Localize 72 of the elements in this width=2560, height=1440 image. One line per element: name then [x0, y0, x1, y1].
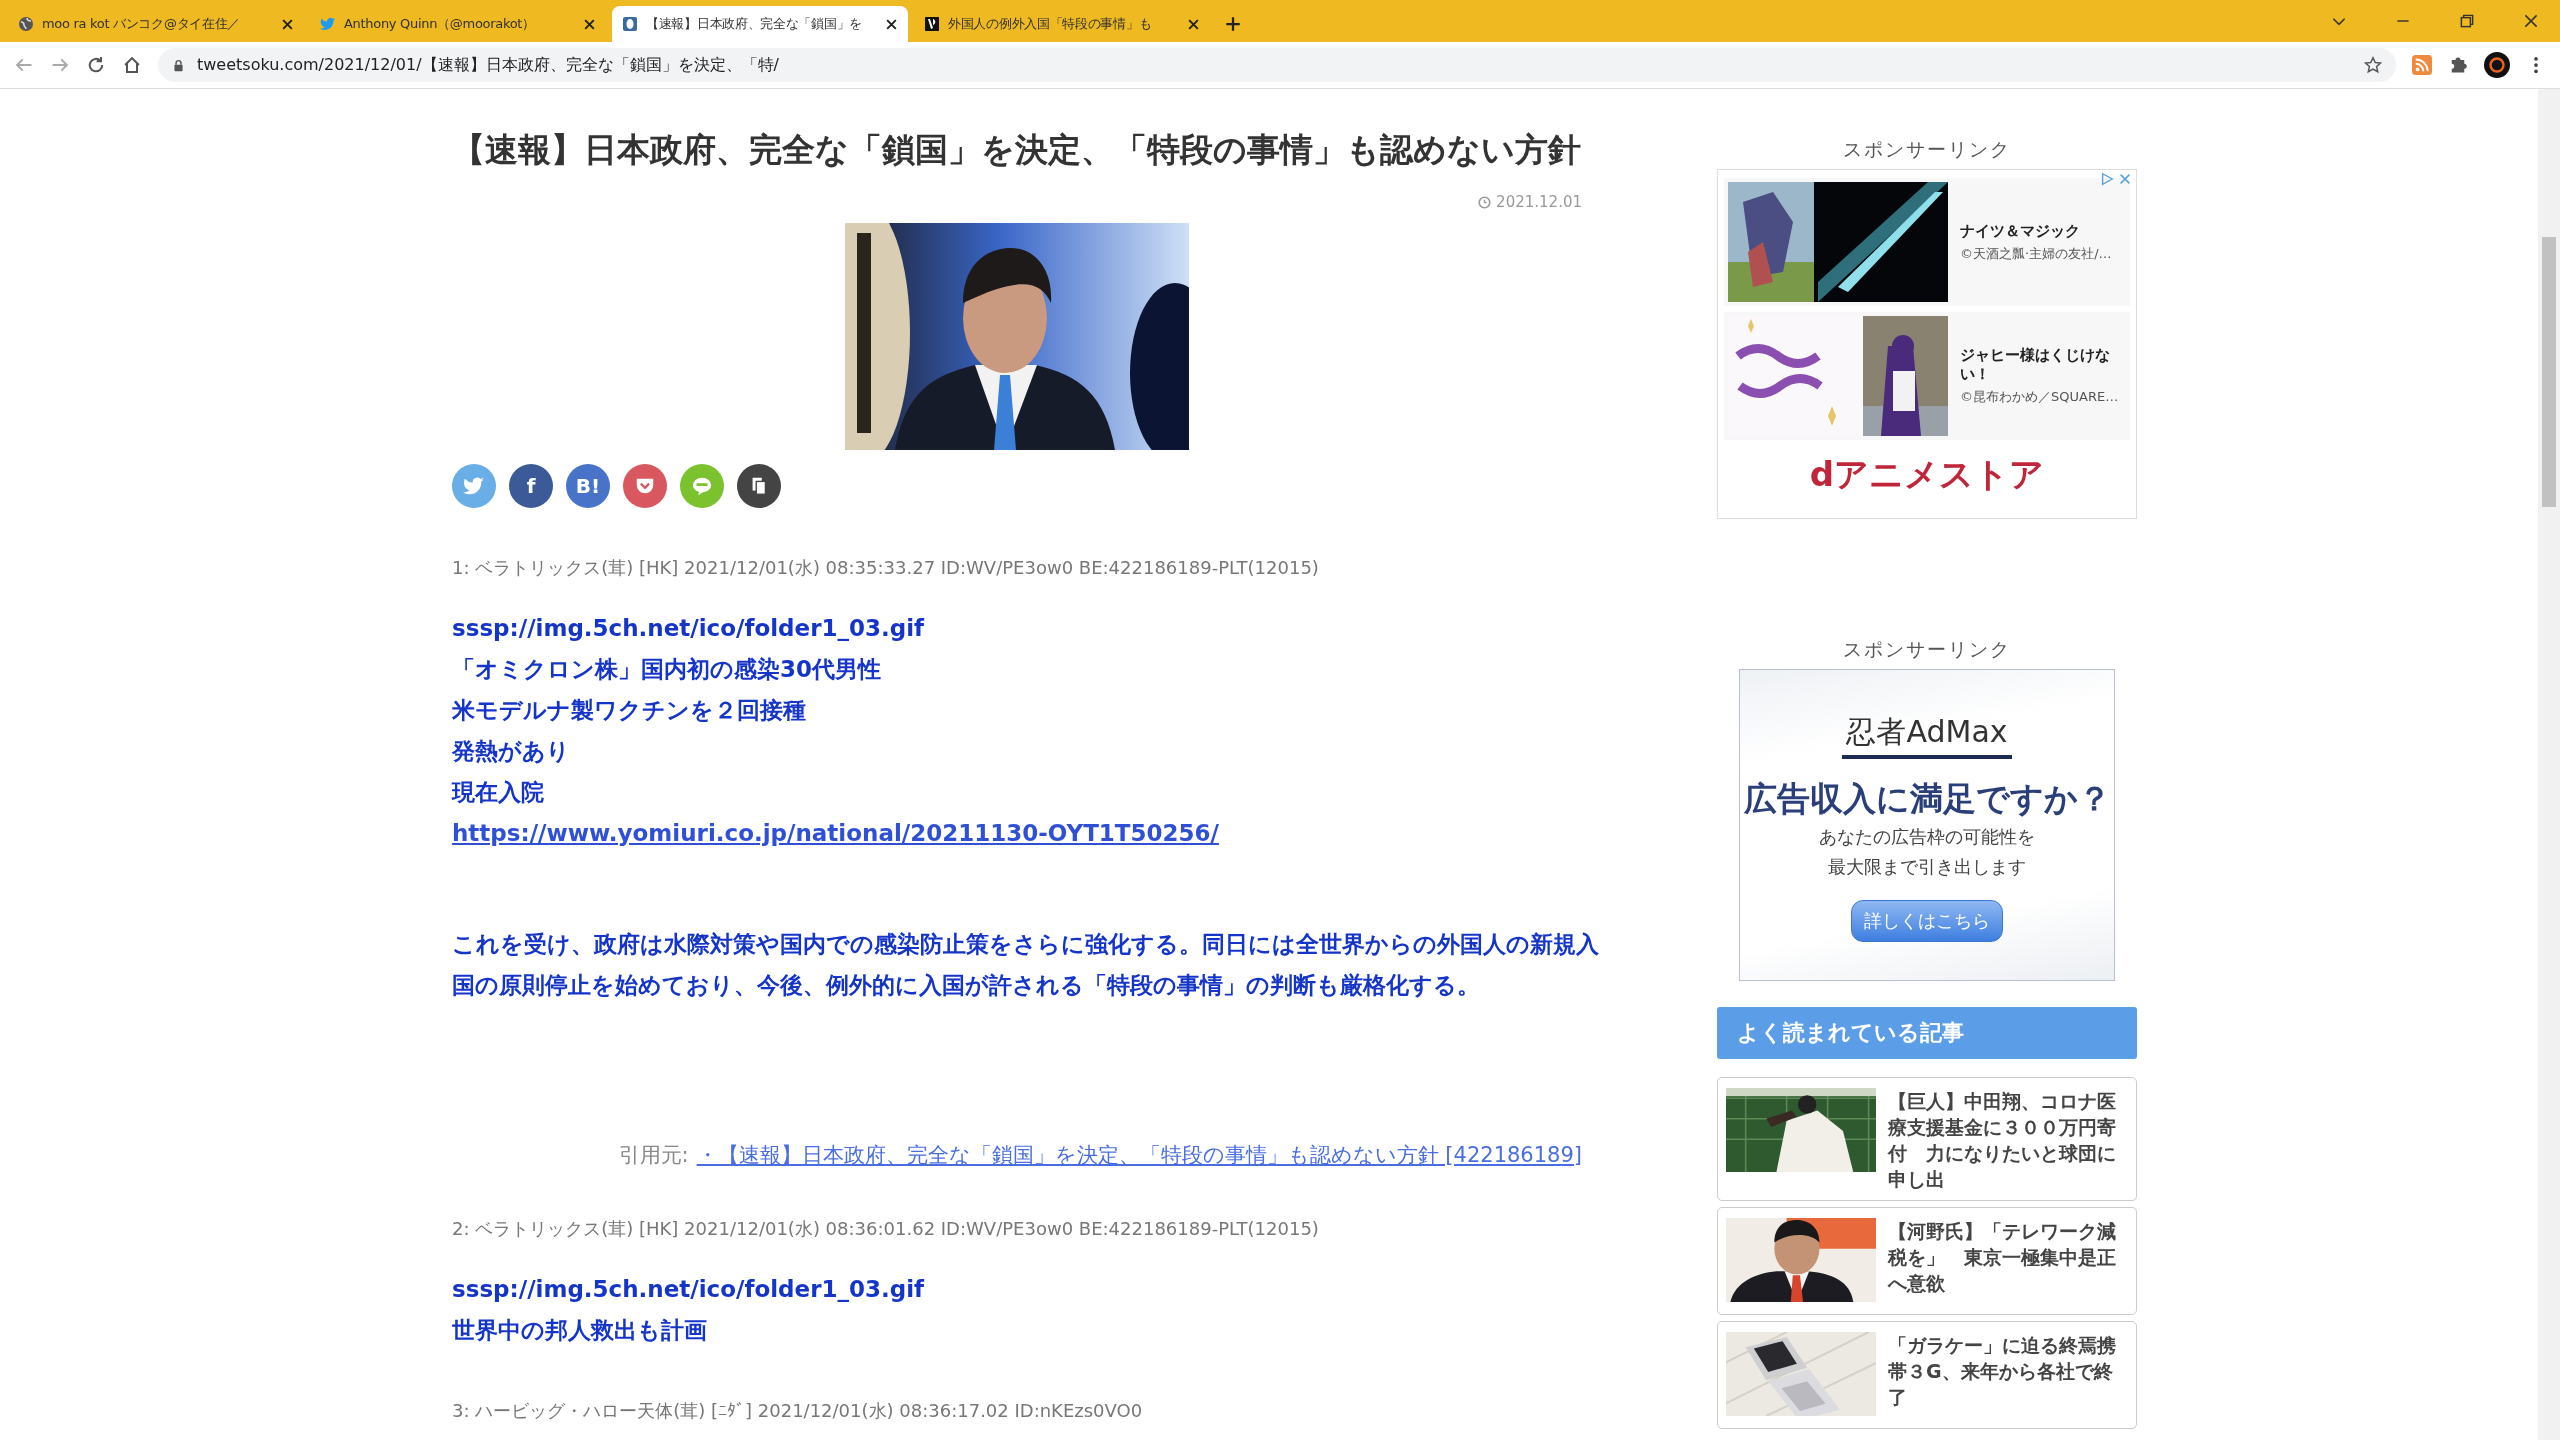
ad-credit: ©昆布わかめ／SQUARE…	[1960, 388, 2120, 406]
article-title-link[interactable]: 【河野氏】「テレワーク減税を」 東京一極集中是正へ意欲	[1888, 1218, 2126, 1306]
post-meta: 3: ハービッグ・ハロー天体(茸) [ﾆﾀﾞ] 2021/12/01(水) 08:36:17.02 ID:nKEzs0VO0	[452, 1399, 1144, 1423]
close-icon[interactable]	[281, 17, 294, 31]
ad-headline: 広告収入に満足ですか？	[1743, 778, 2111, 820]
browser-tab[interactable]: 【速報】日本政府、完全な「鎖国」を	[612, 6, 908, 42]
play-icon[interactable]	[2100, 172, 2114, 186]
avatar-icon[interactable]	[2484, 52, 2510, 78]
speech-bubble-icon	[691, 475, 713, 497]
lock-icon	[172, 58, 185, 72]
brand-logo[interactable]: dアニメストア	[1809, 452, 2045, 498]
star-icon[interactable]	[2364, 56, 2382, 74]
article-title-link[interactable]: 【巨人】中田翔、コロナ医療支援基金に３００万円寄付 力になりたいと球団に申し出	[1888, 1088, 2126, 1192]
ad-title: ナイツ＆マジック	[1960, 221, 2081, 241]
clock-icon	[1478, 195, 1492, 209]
bird-icon	[463, 475, 485, 497]
scrollbar[interactable]	[2538, 89, 2560, 1440]
article-title: 【速報】日本政府、完全な「鎖国」を決定、「特段の事情」も認めない方針	[452, 129, 1582, 171]
article-card[interactable]: 【河野氏】「テレワーク減税を」 東京一極集中是正へ意欲	[1717, 1207, 2137, 1315]
tab-title: moo ra kot バンコク@タイ在住／	[42, 15, 242, 33]
bird-icon	[320, 16, 336, 32]
ad-title: ジャヒー様はくじけない！	[1960, 346, 2111, 384]
post-paragraph: これを受け、政府は水際対策や国内での感染防止策をさらに強化する。同日には全世界からの外国人の新規入国の原則停止を始めており、今後、例外的に入国が許される「特段の事情」の判断も厳格化する。	[452, 930, 1600, 1000]
post-text: 現在入院	[452, 778, 545, 807]
ad-logo: 忍者AdMax	[1846, 713, 2008, 751]
citation-label: 引用元:	[618, 1143, 689, 1167]
post-text: sssp://img.5ch.net/ico/folder1_03.gif	[452, 614, 926, 643]
new-tab-icon[interactable]	[1224, 15, 1242, 33]
ad-text: 最大限まで引き出します	[1828, 855, 2026, 879]
ad-item[interactable]: ジャヒー様はくじけない！ ©昆布わかめ／SQUARE…	[1724, 312, 2130, 440]
browser-tab[interactable]: 外国人の例外入国「特段の事情」も	[914, 6, 1210, 42]
hatena-share-button[interactable]: B!	[566, 464, 610, 508]
reload-icon[interactable]	[86, 55, 106, 75]
ad-text: あなたの広告枠の可能性を	[1819, 825, 2035, 849]
pocket-share-button[interactable]	[623, 464, 667, 508]
browser-tab[interactable]: Anthony Quinn（@moorakot）	[310, 6, 606, 42]
citation-link[interactable]: ・【速報】日本政府、完全な「鎖国」を決定、「特段の事情」も認めない方針 [422186189]	[696, 1143, 1582, 1167]
post-date: 2021.12.01	[1496, 193, 1582, 211]
browser-tab[interactable]: moo ra kot バンコク@タイ在住／	[8, 6, 304, 42]
post-meta: 2: ベラトリックス(茸) [HK] 2021/12/01(水) 08:36:01.62 ID:WV/PE3ow0 BE:422186189-PLT(12015)	[452, 1217, 1320, 1241]
close-icon[interactable]	[2522, 12, 2540, 30]
sponsor-label: スポンサーリンク	[1842, 137, 2012, 162]
ad-item[interactable]: ナイツ＆マジック ©天酒之瓢·主婦の友社/…	[1724, 178, 2130, 306]
url-text: tweetsoku.com/2021/12/01/【速報】日本政府、完全な「鎖国」を決定、「特/	[197, 54, 779, 76]
sponsor-label: スポンサーリンク	[1842, 637, 2012, 662]
post-text: 米モデルナ製ワクチンを２回接種	[452, 696, 807, 725]
copy-share-button[interactable]	[737, 464, 781, 508]
news-icon	[924, 16, 940, 32]
post-text: 発熱があり	[452, 737, 571, 766]
close-icon[interactable]	[583, 17, 596, 31]
ad-banner[interactable]: 忍者AdMax 広告収入に満足ですか？ あなたの広告枠の可能性を 最大限まで引き出します 詳しくはこちら	[1739, 669, 2115, 981]
restore-icon[interactable]	[2458, 12, 2476, 30]
site-icon	[622, 16, 638, 32]
facebook-share-button[interactable]: f	[509, 464, 553, 508]
post-meta: 1: ベラトリックス(茸) [HK] 2021/12/01(水) 08:35:33.27 ID:WV/PE3ow0 BE:422186189-PLT(12015)	[452, 556, 1320, 580]
tab-title: 外国人の例外入国「特段の事情」も	[948, 15, 1153, 33]
section-header: よく読まれている記事	[1717, 1007, 2137, 1059]
tab-title: 【速報】日本政府、完全な「鎖国」を	[646, 15, 863, 33]
article-card[interactable]: 「ガラケー」に迫る終焉携帯３G、来年から各社で終了	[1717, 1321, 2137, 1429]
close-icon[interactable]	[1187, 17, 1200, 31]
home-icon[interactable]	[122, 55, 142, 75]
post-text: 世界中の邦人救出も計画	[452, 1316, 708, 1345]
article-title-link[interactable]: 「ガラケー」に迫る終焉携帯３G、来年から各社で終了	[1888, 1332, 2126, 1420]
article-link[interactable]: https://www.yomiuri.co.jp/national/20211130-OYT1T50256/	[452, 820, 1219, 846]
post-text: sssp://img.5ch.net/ico/folder1_03.gif	[452, 1275, 926, 1304]
ad-credit: ©天酒之瓢·主婦の友社/…	[1960, 244, 2113, 263]
close-icon[interactable]	[885, 17, 898, 31]
post-text: 「オミクロン株」国内初の感染30代男性	[452, 655, 882, 684]
tab-title: Anthony Quinn（@moorakot）	[344, 15, 536, 33]
globe-icon	[18, 16, 34, 32]
address-bar[interactable]: tweetsoku.com/2021/12/01/【速報】日本政府、完全な「鎖国」を決定、「特/	[158, 48, 2396, 82]
article-card[interactable]: 【巨人】中田翔、コロナ医療支援基金に３００万円寄付 力になりたいと球団に申し出	[1717, 1077, 2137, 1201]
